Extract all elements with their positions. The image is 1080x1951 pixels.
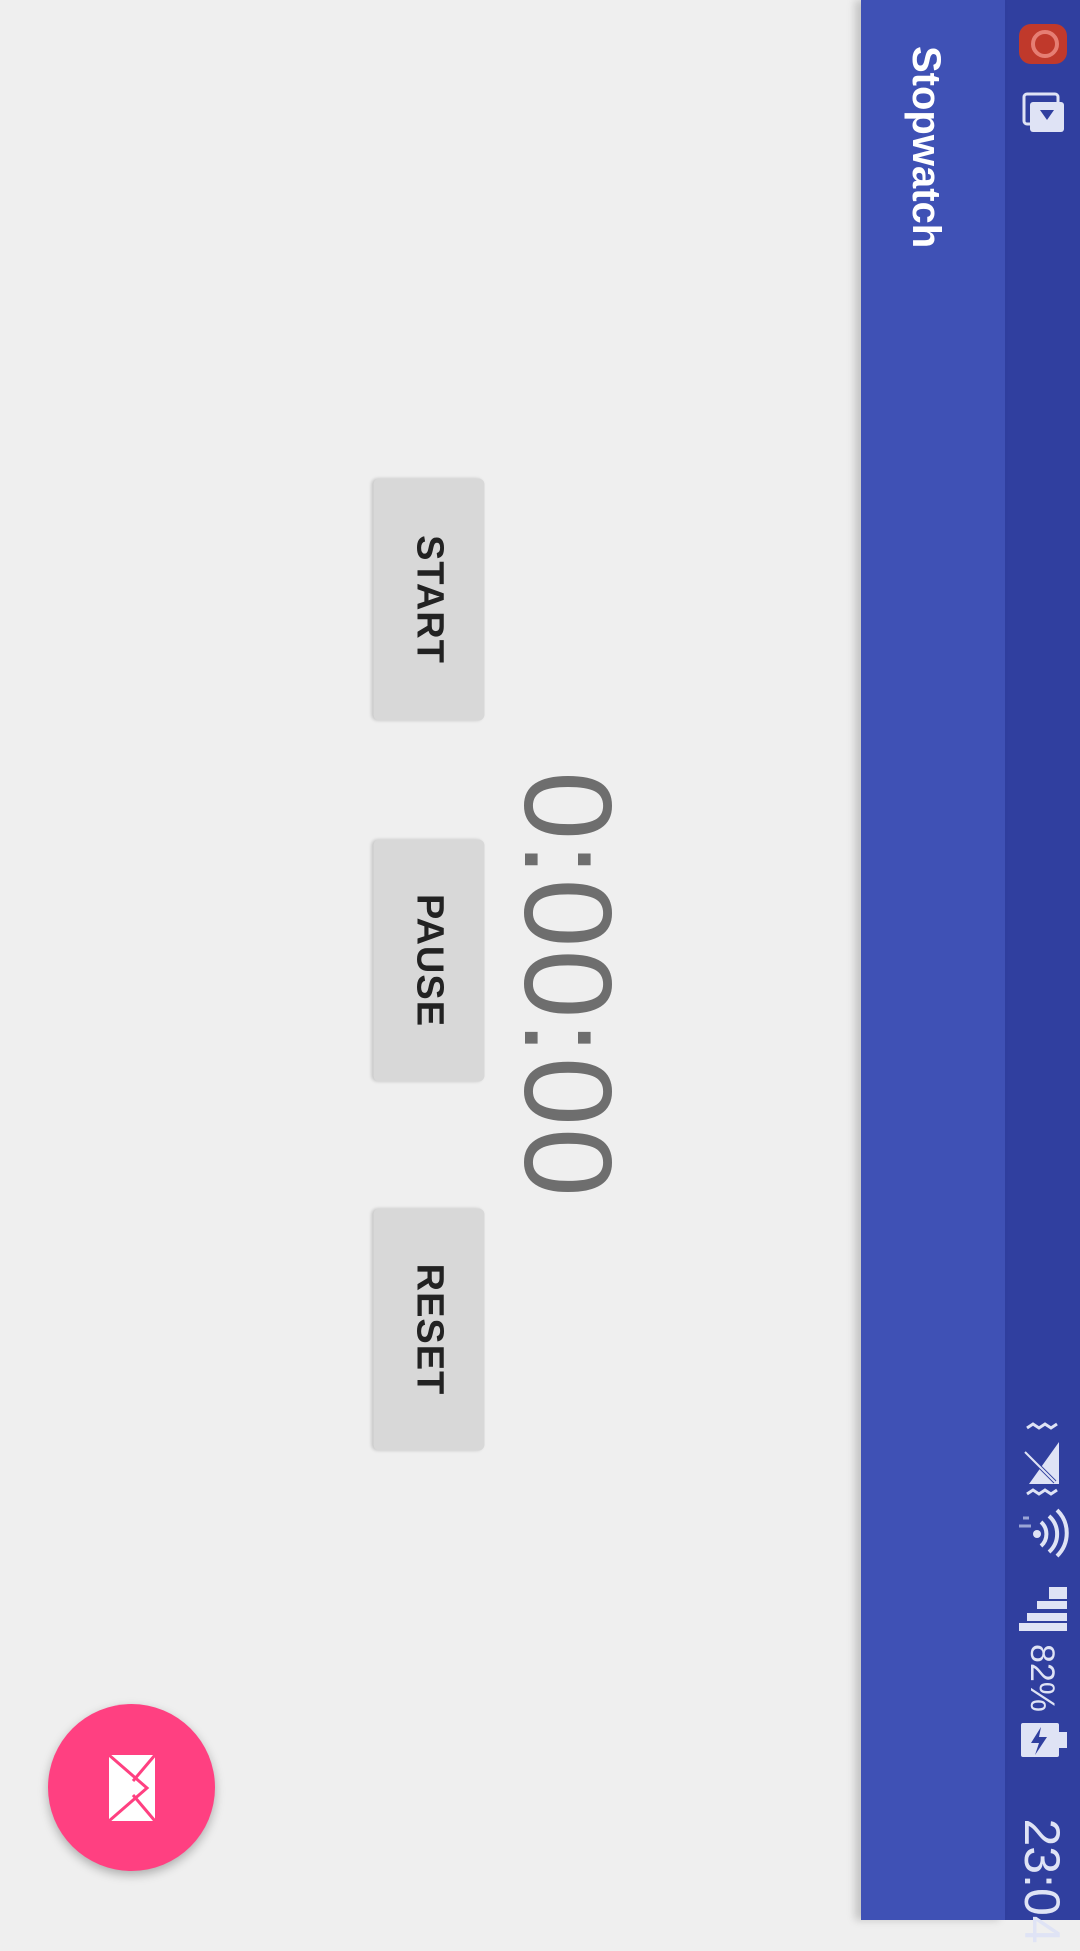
reset-button[interactable]: RESET xyxy=(373,1208,485,1451)
wifi-icon xyxy=(1019,1508,1069,1558)
mail-icon xyxy=(107,1753,156,1822)
app-bar xyxy=(861,0,1005,1920)
status-bar xyxy=(1005,0,1080,1920)
pause-button[interactable]: PAUSE xyxy=(373,839,485,1082)
stopwatch-time: 0:00:00 xyxy=(498,771,636,1199)
fab-mail-button[interactable] xyxy=(48,1704,215,1871)
app-title: Stopwatch xyxy=(904,46,948,249)
cast-icon xyxy=(1022,92,1064,132)
start-button[interactable]: START xyxy=(373,478,485,721)
status-clock: 23:04 xyxy=(1014,1818,1070,1944)
app-notification-icon xyxy=(1019,24,1067,64)
battery-charging-icon xyxy=(1021,1723,1067,1757)
signal-icon xyxy=(1019,1587,1067,1631)
vibrate-icon xyxy=(1023,1422,1059,1496)
battery-percent: 82% xyxy=(1023,1643,1061,1713)
